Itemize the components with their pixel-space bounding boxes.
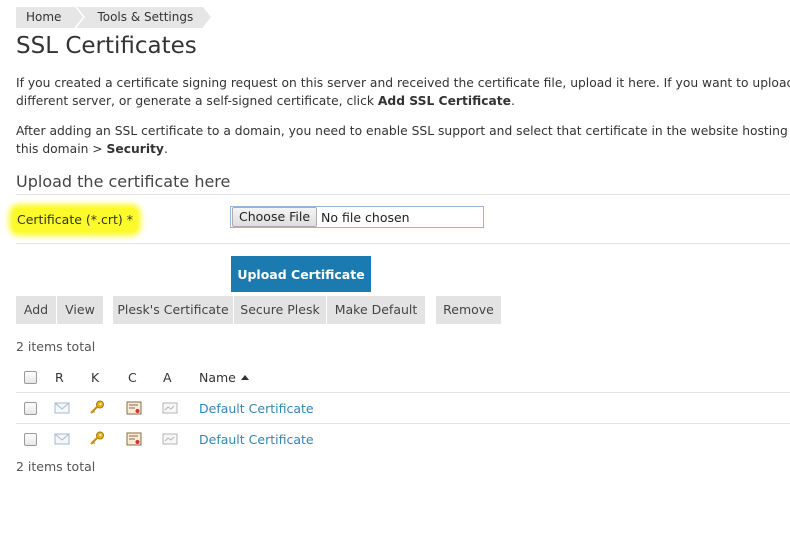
intro-add-ssl-text: Add SSL Certificate: [377, 94, 511, 108]
column-header-c[interactable]: C: [128, 370, 137, 385]
envelope-icon: [54, 433, 70, 445]
intro-paragraph: If you created a certificate signing req…: [16, 74, 790, 110]
ca-certificate-icon: [162, 402, 178, 414]
sort-ascending-icon: [240, 375, 249, 380]
add-button[interactable]: Add: [16, 296, 56, 324]
form-divider: [16, 243, 790, 244]
column-header-name-label: Name: [199, 370, 236, 385]
upload-certificate-button[interactable]: Upload Certificate: [231, 256, 371, 292]
breadcrumb-tools-settings[interactable]: Tools & Settings: [77, 7, 211, 28]
view-button[interactable]: View: [57, 296, 103, 324]
make-default-button[interactable]: Make Default: [327, 296, 425, 324]
items-total-top: 2 items total: [16, 339, 96, 354]
column-header-name[interactable]: Name: [199, 370, 249, 385]
breadcrumb-home[interactable]: Home: [16, 7, 86, 28]
select-all-checkbox[interactable]: [24, 371, 37, 384]
column-header-r[interactable]: R: [55, 370, 64, 385]
secure-plesk-button[interactable]: Secure Plesk: [234, 296, 326, 324]
row-checkbox[interactable]: [24, 433, 37, 446]
security-paragraph: After adding an SSL certificate to a dom…: [16, 122, 790, 158]
column-header-a[interactable]: A: [163, 370, 172, 385]
certificate-icon: [126, 401, 142, 415]
page-title: SSL Certificates: [16, 33, 197, 59]
intro-line-1: If you created a certificate signing req…: [16, 76, 790, 90]
certificate-icon: [126, 432, 142, 446]
certificate-file-input[interactable]: Choose File No file chosen: [230, 206, 484, 228]
security-line-1: After adding an SSL certificate to a dom…: [16, 124, 790, 138]
certificate-name-link[interactable]: Default Certificate: [199, 432, 314, 447]
security-line-2-end: .: [163, 142, 168, 156]
table-row-divider: [16, 423, 790, 424]
breadcrumb: Home Tools & Settings: [16, 7, 211, 28]
certificate-field-label: Certificate (*.crt) *: [13, 208, 138, 232]
envelope-icon: [54, 402, 70, 414]
security-line-2-text: this domain >: [16, 142, 107, 156]
key-icon: [90, 431, 104, 445]
table-header-divider: [16, 392, 790, 393]
column-header-k[interactable]: K: [91, 370, 99, 385]
certificate-name-link[interactable]: Default Certificate: [199, 401, 314, 416]
row-checkbox[interactable]: [24, 402, 37, 415]
intro-line-2-end: .: [511, 94, 515, 108]
upload-section-title: Upload the certificate here: [16, 172, 231, 191]
plesk-certificate-button[interactable]: Plesk's Certificate: [113, 296, 233, 324]
section-divider: [16, 194, 790, 195]
key-icon: [90, 400, 104, 414]
intro-line-2-text: different server, or generate a self-sig…: [16, 94, 378, 108]
security-bold-text: Security: [106, 142, 164, 156]
ca-certificate-icon: [162, 433, 178, 445]
choose-file-button[interactable]: Choose File: [232, 207, 318, 227]
file-status-text: No file chosen: [321, 209, 410, 225]
remove-button[interactable]: Remove: [436, 296, 501, 324]
items-total-bottom: 2 items total: [16, 459, 96, 474]
